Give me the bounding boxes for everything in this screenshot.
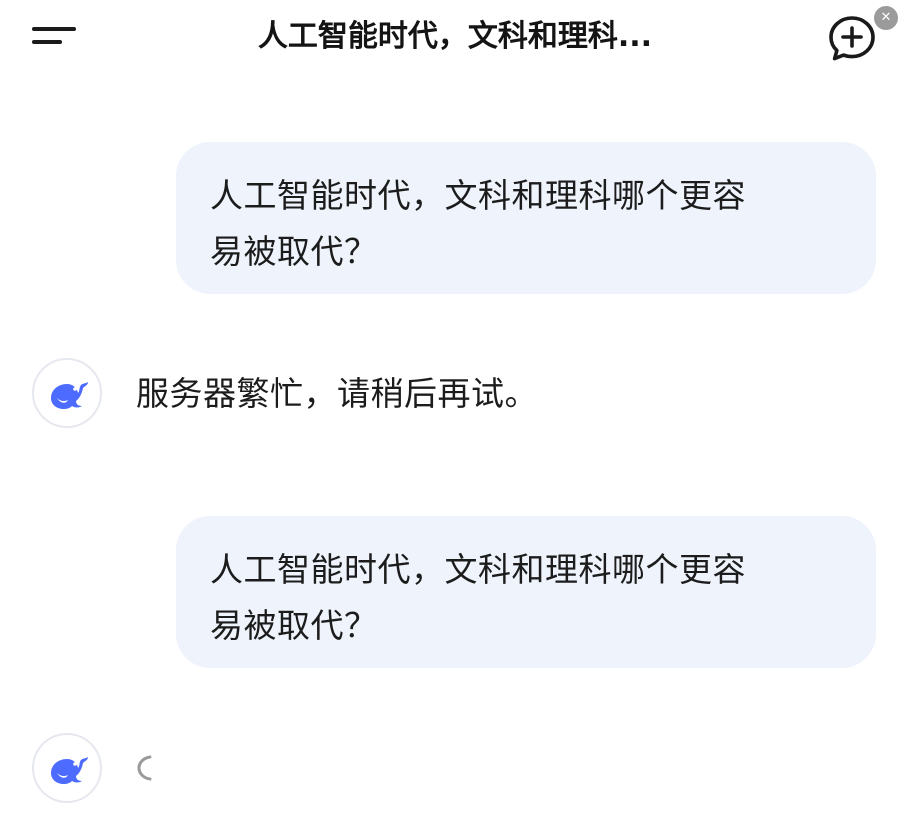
top-bar: 人工智能时代，文科和理科... ✕ [0, 0, 907, 76]
user-message-line: 易被取代？ [210, 606, 378, 645]
assistant-avatar [32, 358, 102, 428]
user-message-line: 易被取代？ [210, 232, 378, 271]
deepseek-whale-icon [51, 382, 88, 409]
assistant-avatar [32, 733, 102, 803]
user-message-bubble[interactable]: 人工智能时代，文科和理科哪个更容 易被取代？ [176, 142, 876, 294]
new-chat-icon [829, 16, 875, 61]
close-overlay-icon[interactable]: ✕ [874, 6, 898, 30]
user-message-line: 人工智能时代，文科和理科哪个更容 [210, 550, 746, 589]
user-message-line: 人工智能时代，文科和理科哪个更容 [210, 176, 746, 215]
deepseek-whale-icon [51, 757, 88, 784]
new-chat-button[interactable] [826, 12, 878, 64]
menu-button[interactable] [28, 18, 80, 54]
loading-spinner-icon [134, 752, 162, 784]
conversation-title[interactable]: 人工智能时代，文科和理科... [200, 14, 710, 60]
user-message-bubble[interactable]: 人工智能时代，文科和理科哪个更容 易被取代？ [176, 516, 876, 668]
assistant-message-text: 服务器繁忙，请稍后再试。 [136, 374, 538, 413]
